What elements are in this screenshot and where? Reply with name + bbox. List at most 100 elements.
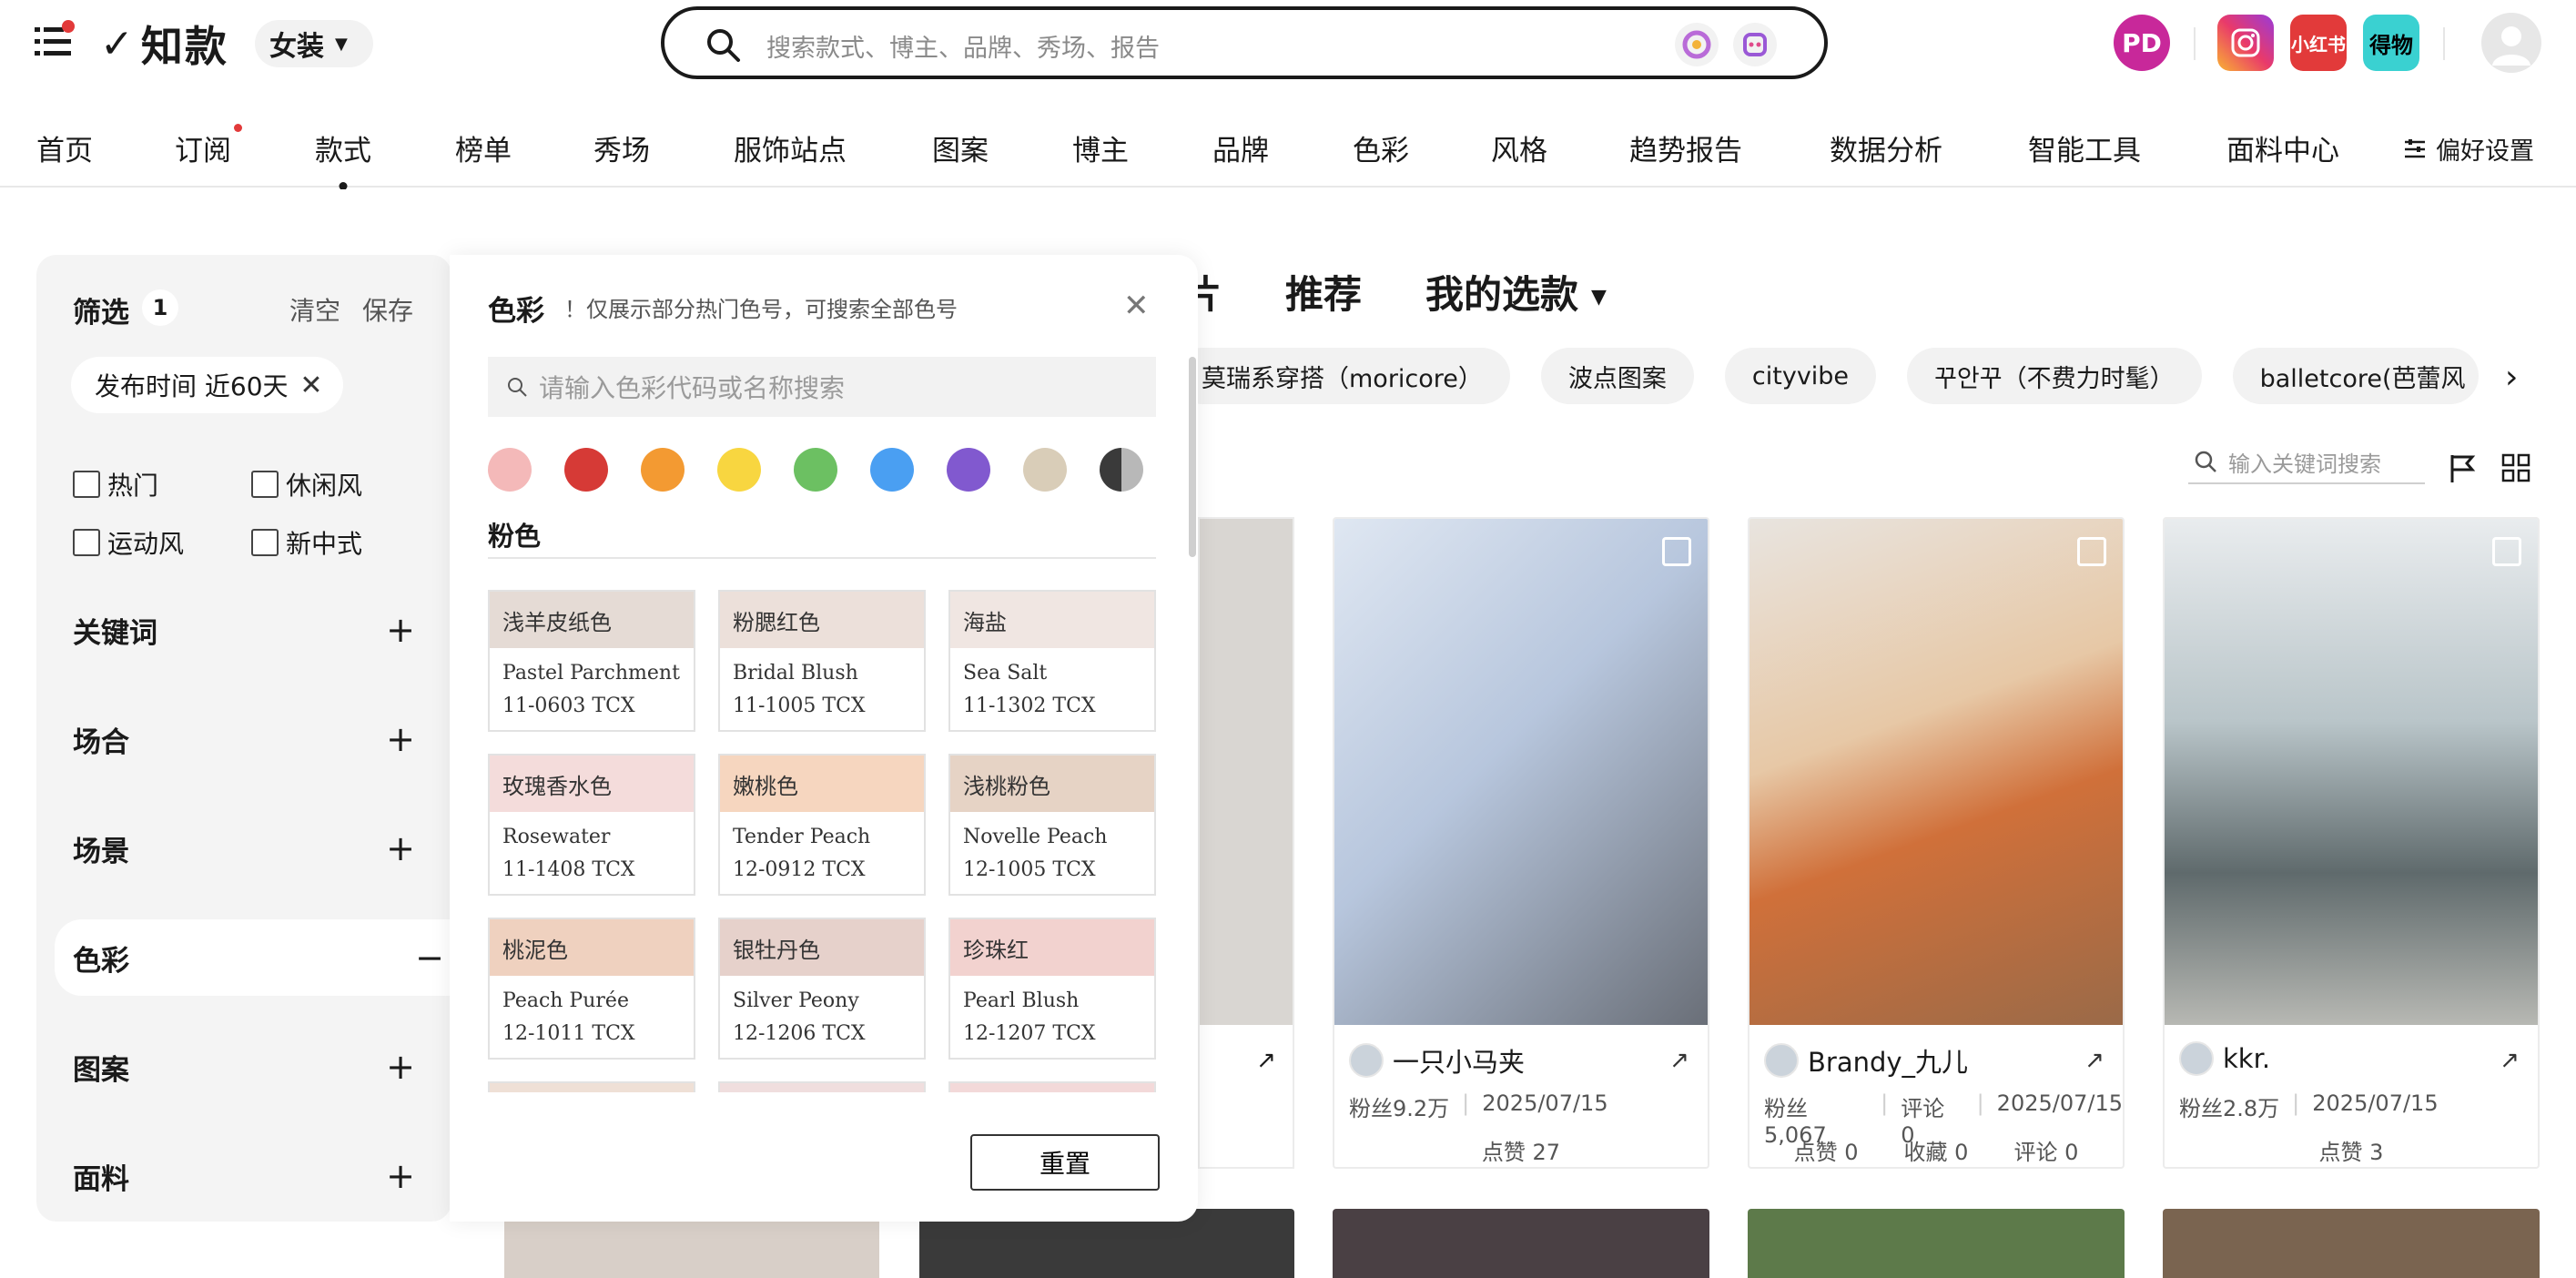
nav-subscribe[interactable]: 订阅 (175, 124, 242, 168)
checkbox-casual[interactable]: 休闲风 (251, 466, 362, 502)
pd-app-icon[interactable]: PD (2114, 15, 2170, 71)
swatch-blue[interactable] (870, 448, 914, 492)
nav-styles[interactable]: 款式 (315, 127, 371, 168)
color-card[interactable]: 玫瑰香水色 Rosewater 11-1408 TCX (488, 754, 695, 896)
logo-text: 知款 (140, 22, 228, 71)
reset-button[interactable]: 重置 (970, 1134, 1160, 1191)
chevron-right-icon[interactable]: › (2505, 359, 2518, 396)
color-search-input[interactable]: 请输入色彩代码或名称搜索 (488, 357, 1156, 417)
grid-view-icon[interactable] (2501, 453, 2530, 482)
caret-down-icon: ▼ (335, 34, 348, 54)
nav-subscribe-label: 订阅 (175, 135, 231, 167)
swatch-pink[interactable] (488, 448, 532, 492)
post-card[interactable]: kkr. ↗ 粉丝2.8万 | 2025/07/15 点赞 3 (2163, 517, 2540, 1169)
nav-data-analysis[interactable]: 数据分析 (1830, 127, 1942, 168)
nav-home[interactable]: 首页 (36, 127, 93, 168)
checkbox-box[interactable] (73, 471, 100, 498)
post-card[interactable] (2163, 1209, 2540, 1278)
checkbox-new-chinese[interactable]: 新中式 (251, 524, 362, 561)
swatch-yellow[interactable] (717, 448, 761, 492)
nav-rankings[interactable]: 榜单 (455, 127, 512, 168)
swatch-beige[interactable] (1023, 448, 1067, 492)
section-pattern[interactable]: 图案 + (73, 1040, 419, 1094)
keyword-search[interactable]: 输入关键词搜索 (2188, 441, 2425, 484)
nav-patterns[interactable]: 图案 (932, 127, 989, 168)
section-occasion[interactable]: 场合 + (73, 712, 419, 766)
nav-fabric-center[interactable]: 面料中心 (2226, 127, 2339, 168)
ai-image-search-icon[interactable] (1675, 23, 1719, 66)
share-icon[interactable]: ↗ (2500, 1047, 2520, 1074)
post-meta: 粉丝9.2万 | 2025/07/15 (1349, 1090, 1608, 1122)
checkbox-box[interactable] (251, 529, 279, 556)
post-card[interactable]: 一只小马夹 ↗ 粉丝9.2万 | 2025/07/15 点赞 27 (1333, 517, 1709, 1169)
post-author[interactable]: kkr. (2179, 1041, 2270, 1076)
color-card[interactable]: 海盐 Sea Salt 11-1302 TCX (948, 590, 1156, 732)
section-fabric[interactable]: 面料 + (73, 1149, 419, 1203)
clear-filters-button[interactable]: 清空 (289, 291, 340, 328)
dewu-icon[interactable]: 得物 (2363, 15, 2419, 71)
menu-icon[interactable] (35, 20, 75, 60)
share-icon[interactable]: ↗ (1256, 1047, 1276, 1074)
swatch-purple[interactable] (947, 448, 990, 492)
nav-fashion-sites[interactable]: 服饰站点 (734, 127, 847, 168)
user-avatar[interactable] (2481, 13, 2541, 73)
section-scene[interactable]: 场景 + (73, 821, 419, 876)
color-card[interactable] (948, 1081, 1156, 1092)
checkbox-box[interactable] (251, 471, 279, 498)
instagram-icon[interactable] (2217, 15, 2274, 71)
share-icon[interactable]: ↗ (1669, 1047, 1689, 1074)
nav-runway[interactable]: 秀场 (593, 127, 650, 168)
swatch-black-white[interactable] (1100, 448, 1143, 492)
swatch-green[interactable] (794, 448, 837, 492)
color-card[interactable] (718, 1081, 926, 1092)
swatch-red[interactable] (564, 448, 608, 492)
color-card[interactable]: 嫩桃色 Tender Peach 12-0912 TCX (718, 754, 926, 896)
color-card[interactable] (488, 1081, 695, 1092)
color-card[interactable]: 桃泥色 Peach Purée 12-1011 TCX (488, 918, 695, 1060)
save-filters-button[interactable]: 保存 (362, 291, 413, 328)
nav-colors[interactable]: 色彩 (1353, 127, 1409, 168)
tab-recommend[interactable]: 推荐 (1285, 264, 1362, 320)
post-card[interactable] (1333, 1209, 1709, 1278)
post-card[interactable]: Brandy_九儿 ↗ 粉丝5,067 | 评论 0 | 2025/07/15 … (1748, 517, 2125, 1169)
nav-smart-tools[interactable]: 智能工具 (2028, 127, 2141, 168)
chip-balletcore[interactable]: balletcore(芭蕾风 (2232, 348, 2479, 404)
checkbox-hot[interactable]: 热门 (73, 466, 158, 502)
color-card[interactable]: 粉腮红色 Bridal Blush 11-1005 TCX (718, 590, 926, 732)
swatch-orange[interactable] (641, 448, 685, 492)
post-author[interactable]: 一只小马夹 (1349, 1041, 1525, 1080)
color-card[interactable]: 浅桃粉色 Novelle Peach 12-1005 TCX (948, 754, 1156, 896)
chip-effortless[interactable]: 꾸안꾸（不费力时髦） (1907, 348, 2202, 404)
post-author[interactable]: Brandy_九儿 (1764, 1041, 1968, 1080)
section-keywords[interactable]: 关键词 + (73, 603, 419, 657)
flag-icon[interactable] (2449, 453, 2476, 484)
section-color[interactable]: 色彩 − (55, 919, 470, 996)
checkbox-box[interactable] (73, 529, 100, 556)
share-icon[interactable]: ↗ (2084, 1047, 2104, 1074)
ai-assistant-icon[interactable] (1733, 23, 1777, 66)
xiaohongshu-icon[interactable]: 小红书 (2290, 15, 2347, 71)
post-card[interactable] (1748, 1209, 2125, 1278)
category-select[interactable]: 女装 ▼ (255, 20, 373, 67)
nav-bloggers[interactable]: 博主 (1072, 127, 1129, 168)
minus-icon: − (415, 938, 444, 978)
nav-brands[interactable]: 品牌 (1212, 127, 1269, 168)
chip-polka-dot[interactable]: 波点图案 (1540, 348, 1694, 404)
global-search[interactable]: 搜索款式、博主、品牌、秀场、报告 (661, 6, 1828, 79)
color-card[interactable]: 浅羊皮纸色 Pastel Parchment 11-0603 TCX (488, 590, 695, 732)
tab-my-picks[interactable]: 我的选款 ▼ (1425, 264, 1607, 320)
close-icon[interactable]: ✕ (299, 370, 322, 401)
chip-cityvibe[interactable]: cityvibe (1724, 348, 1877, 404)
post-card[interactable]: ↗ (1198, 517, 1294, 1169)
nav-trend-reports[interactable]: 趋势报告 (1629, 127, 1742, 168)
preferences-button[interactable]: 偏好设置 (2403, 131, 2534, 167)
chip-moricore[interactable]: 莫瑞系穿搭（moricore） (1174, 348, 1510, 404)
color-search-placeholder: 请输入色彩代码或名称搜索 (539, 373, 846, 403)
logo[interactable]: ✓ 知款 (100, 16, 228, 72)
color-card[interactable]: 珍珠红 Pearl Blush 12-1207 TCX (948, 918, 1156, 1060)
scrollbar-thumb[interactable] (1189, 357, 1196, 557)
nav-styles-genre[interactable]: 风格 (1491, 127, 1547, 168)
color-card[interactable]: 银牡丹色 Silver Peony 12-1206 TCX (718, 918, 926, 1060)
checkbox-sport[interactable]: 运动风 (73, 524, 184, 561)
close-icon[interactable]: ✕ (1123, 288, 1150, 324)
